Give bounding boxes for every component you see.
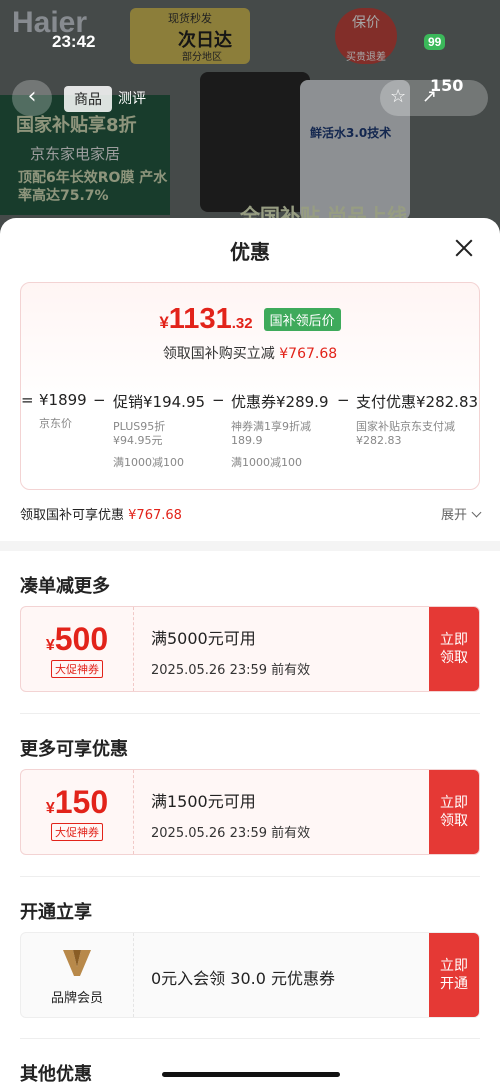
discount-sheet: 优惠 ¥1131.32 国补领后价 领取国补购买立减 ¥767.68 = ¥18… (0, 218, 500, 1087)
price-breakdown-card: ¥1131.32 国补领后价 领取国补购买立减 ¥767.68 = ¥1899 … (20, 282, 480, 490)
final-price-decimal: .32 (231, 315, 253, 332)
subsidy-summary: 领取国补可享优惠 ¥767.68 (20, 504, 182, 523)
sheet-title: 优惠 (230, 240, 270, 264)
tab-product[interactable]: 商品 (64, 86, 112, 112)
button-line-1: 立即 (440, 795, 468, 811)
button-line-1: 立即 (440, 958, 468, 974)
coupon-tag: 大促神券 (51, 823, 103, 841)
claim-coupon-button[interactable]: 立即 领取 (429, 770, 479, 854)
claim-coupon-button[interactable]: 立即 领取 (429, 607, 479, 691)
back-icon[interactable]: ‹ (12, 80, 52, 116)
breakdown-op: − (93, 391, 106, 409)
breakdown-item-list-price: ¥1899 京东价 (39, 391, 87, 431)
final-sub-line: 领取国补购买立减 ¥767.68 (21, 343, 479, 363)
tab-review[interactable]: 测评 (118, 88, 146, 108)
breakdown-op: = (21, 391, 34, 409)
button-line-2: 领取 (440, 813, 468, 829)
final-price-integer: 1131 (168, 303, 232, 335)
coupon-card-150: ¥150 大促神券 满1500元可用 2025.05.26 23:59 前有效 … (20, 769, 480, 855)
coupon-condition: 满1500元可用 (151, 792, 256, 811)
status-time: 23:42 (52, 32, 96, 51)
coupon-currency: ¥ (45, 800, 55, 817)
coupon-expiry: 2025.05.26 23:59 前有效 (151, 826, 311, 841)
breakdown-item-payment: 支付优惠¥282.83 国家补贴京东支付减 ¥282.83 (356, 391, 478, 448)
button-line-2: 开通 (440, 976, 468, 992)
coupon-currency: ¥ (45, 637, 55, 654)
breakdown-item-coupon: 优惠券¥289.9 神券满1享9折减 189.9 满1000减100 (231, 391, 329, 470)
coupon-condition: 满5000元可用 (151, 629, 256, 648)
coupon-card-500: ¥500 大促神券 满5000元可用 2025.05.26 23:59 前有效 … (20, 606, 480, 692)
section-title-other: 其他优惠 (20, 1064, 92, 1085)
button-line-1: 立即 (440, 632, 468, 648)
subsidy-price-tag: 国补领后价 (263, 308, 341, 331)
close-icon[interactable] (450, 234, 478, 262)
breakdown-rule: 满1000减100 (113, 456, 184, 469)
divider (20, 876, 480, 877)
membership-offer: 0元入会领 30.0 元优惠券 (151, 969, 335, 988)
button-line-2: 领取 (440, 650, 468, 666)
home-indicator[interactable] (162, 1072, 340, 1077)
membership-label: 品牌会员 (50, 991, 103, 1006)
coupon-amount: 500 (54, 621, 109, 657)
divider (20, 713, 480, 714)
breakdown-main: 促销¥194.95 (113, 393, 206, 411)
chevron-down-icon (471, 507, 482, 518)
coupon-info: 满1500元可用 2025.05.26 23:59 前有效 (151, 788, 310, 841)
expand-label: 展开 (440, 508, 467, 523)
breakdown-op: − (212, 391, 225, 409)
join-membership-button[interactable]: 立即 开通 (429, 933, 479, 1017)
breakdown-desc-2: ¥282.83 (356, 434, 402, 447)
breakdown-main: 支付优惠¥282.83 (356, 393, 479, 411)
section-divider (0, 541, 500, 551)
breakdown-desc-2: 189.9 (231, 434, 263, 447)
final-price: ¥1131.32 (159, 303, 252, 336)
breakdown-desc: 国家补贴京东支付减 (356, 420, 455, 433)
section-title-membership: 开通立享 (20, 902, 92, 923)
final-price-currency: ¥ (159, 313, 169, 332)
brand-member-logo-icon (63, 950, 91, 976)
coupon-info: 满5000元可用 2025.05.26 23:59 前有效 (151, 625, 310, 678)
breakdown-main: 优惠券¥289.9 (231, 393, 329, 411)
favorite-icon[interactable]: ☆ (390, 86, 406, 107)
summary-label: 领取国补可享优惠 (20, 508, 125, 523)
breakdown-desc: 神券满1享9折减 (231, 420, 311, 433)
final-sub-label: 领取国补购买立减 (162, 346, 275, 362)
floating-coupon[interactable]: 150 (430, 76, 463, 95)
breakdown-desc-2: ¥94.95元 (113, 434, 163, 447)
coupon-amount-area: ¥150 大促神券 (21, 770, 134, 854)
coupon-expiry: 2025.05.26 23:59 前有效 (151, 663, 311, 678)
price-breakdown: = ¥1899 京东价 − 促销¥194.95 PLUS95折 ¥94.95元 … (21, 391, 479, 483)
final-sub-amount: ¥767.68 (279, 346, 338, 362)
breakdown-op: − (337, 391, 350, 409)
summary-amount: ¥767.68 (128, 508, 182, 523)
battery-indicator: 99 (424, 34, 446, 50)
section-title-bundle: 凑单减更多 (20, 576, 110, 597)
coupon-amount-area: ¥500 大促神券 (21, 607, 134, 691)
breakdown-desc: PLUS95折 (113, 420, 166, 433)
section-title-more: 更多可享优惠 (20, 739, 128, 760)
divider (20, 1038, 480, 1039)
breakdown-desc: 京东价 (39, 417, 72, 430)
coupon-amount: 150 (54, 784, 109, 820)
expand-button[interactable]: 展开 (440, 504, 482, 523)
breakdown-rule: 满1000减100 (231, 456, 302, 469)
breakdown-item-promotion: 促销¥194.95 PLUS95折 ¥94.95元 满1000减100 (113, 391, 205, 470)
membership-brand-area: 品牌会员 (21, 933, 134, 1017)
membership-card: 品牌会员 0元入会领 30.0 元优惠券 立即 开通 (20, 932, 480, 1018)
coupon-tag: 大促神券 (51, 660, 103, 678)
breakdown-main: ¥1899 (39, 391, 87, 409)
